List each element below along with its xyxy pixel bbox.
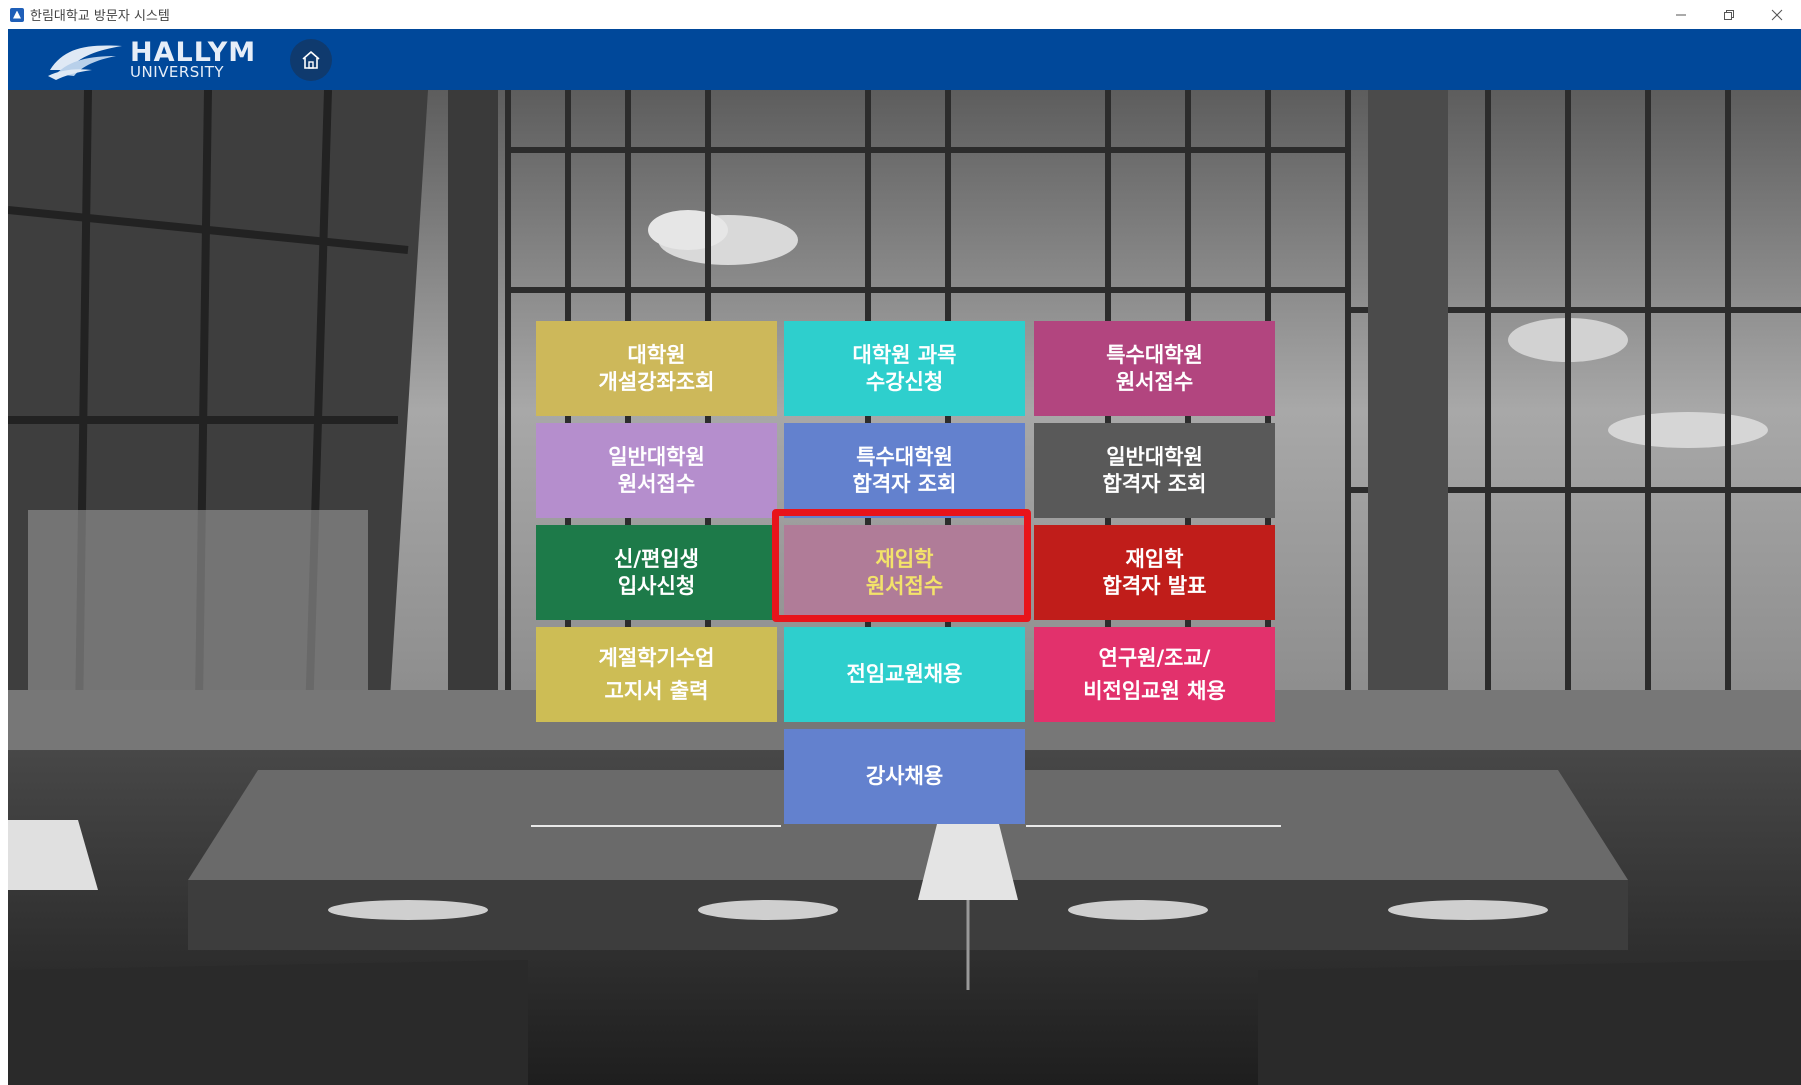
divider-line-left xyxy=(531,825,781,827)
tile-label-line: 대학원 xyxy=(627,342,686,367)
tile-label-line: 재입학 xyxy=(875,546,934,571)
hallym-wave-icon xyxy=(48,45,122,80)
tile-grad-course-lookup[interactable]: 대학원 개설강좌조회 xyxy=(536,321,777,416)
close-button[interactable] xyxy=(1753,0,1801,29)
logo-title: HALLYM xyxy=(130,37,257,68)
minimize-icon xyxy=(1676,14,1686,15)
tile-label-line: 특수대학원 xyxy=(1106,342,1203,367)
tile-label-line: 일반대학원 xyxy=(1106,444,1203,469)
home-button[interactable] xyxy=(290,38,333,81)
tile-lecturer-hiring[interactable]: 강사채용 xyxy=(784,729,1025,824)
tile-label-line: 신/편입생 xyxy=(614,546,699,571)
divider-line-right xyxy=(1026,825,1281,827)
tile-label-line: 전임교원채용 xyxy=(846,662,963,686)
tile-label-line: 강사채용 xyxy=(865,764,944,788)
tile-seasonal-invoice[interactable]: 계절학기수업고지서 출력 xyxy=(536,627,777,722)
tile-readmission-application[interactable]: 재입학 원서접수 xyxy=(784,525,1025,620)
tile-research-assistant-hiring[interactable]: 연구원/조교/비전임교원 채용 xyxy=(1034,627,1275,722)
tile-label-line: 원서접수 xyxy=(1115,369,1194,394)
app-window: 한림대학교 방문자 시스템 HALLYM UNIVERSITY 대학원 개설강좌… xyxy=(0,0,1801,1085)
window-title: 한림대학교 방문자 시스템 xyxy=(30,9,170,24)
tile-label-line: 계절학기수업 xyxy=(598,645,715,670)
tile-label-line: 원서접수 xyxy=(617,471,696,496)
tile-label-line: 고지서 출력 xyxy=(604,678,709,703)
tile-label-line: 합격자 조회 xyxy=(1102,471,1207,496)
tile-label-line: 일반대학원 xyxy=(608,444,705,469)
tile-label-line: 비전임교원 채용 xyxy=(1083,678,1226,703)
hallym-logo[interactable]: HALLYM UNIVERSITY xyxy=(46,39,256,80)
header-bar: HALLYM UNIVERSITY xyxy=(8,29,1801,90)
tile-label-line: 대학원 과목 xyxy=(852,342,957,367)
restore-button[interactable] xyxy=(1705,0,1753,29)
title-bar: 한림대학교 방문자 시스템 xyxy=(0,0,1801,29)
minimize-button[interactable] xyxy=(1657,0,1705,29)
tile-label-line: 개설강좌조회 xyxy=(598,369,715,394)
tile-label-line: 수강신청 xyxy=(865,369,944,394)
tile-grad-course-registration[interactable]: 대학원 과목 수강신청 xyxy=(784,321,1025,416)
tile-label-line: 원서접수 xyxy=(865,573,944,598)
close-icon xyxy=(1771,9,1783,20)
tile-special-grad-application[interactable]: 특수대학원 원서접수 xyxy=(1034,321,1275,416)
tile-general-grad-results[interactable]: 일반대학원 합격자 조회 xyxy=(1034,423,1275,518)
app-icon xyxy=(10,7,24,22)
tile-label-line: 재입학 xyxy=(1125,546,1184,571)
tile-label-line: 합격자 조회 xyxy=(852,471,957,496)
tile-label-line: 합격자 발표 xyxy=(1102,573,1207,598)
restore-icon xyxy=(1724,9,1734,20)
window-controls xyxy=(1657,0,1801,29)
tile-label-line: 특수대학원 xyxy=(856,444,953,469)
tile-readmission-results[interactable]: 재입학 합격자 발표 xyxy=(1034,525,1275,620)
tile-label-line: 연구원/조교/ xyxy=(1098,645,1211,670)
tile-special-grad-results[interactable]: 특수대학원 합격자 조회 xyxy=(784,423,1025,518)
tile-freshman-transfer-dorm[interactable]: 신/편입생 입사신청 xyxy=(536,525,777,620)
tile-general-grad-application[interactable]: 일반대학원 원서접수 xyxy=(536,423,777,518)
home-icon xyxy=(302,50,320,69)
tile-label-line: 입사신청 xyxy=(617,573,696,598)
tile-fulltime-faculty-hiring[interactable]: 전임교원채용 xyxy=(784,627,1025,722)
